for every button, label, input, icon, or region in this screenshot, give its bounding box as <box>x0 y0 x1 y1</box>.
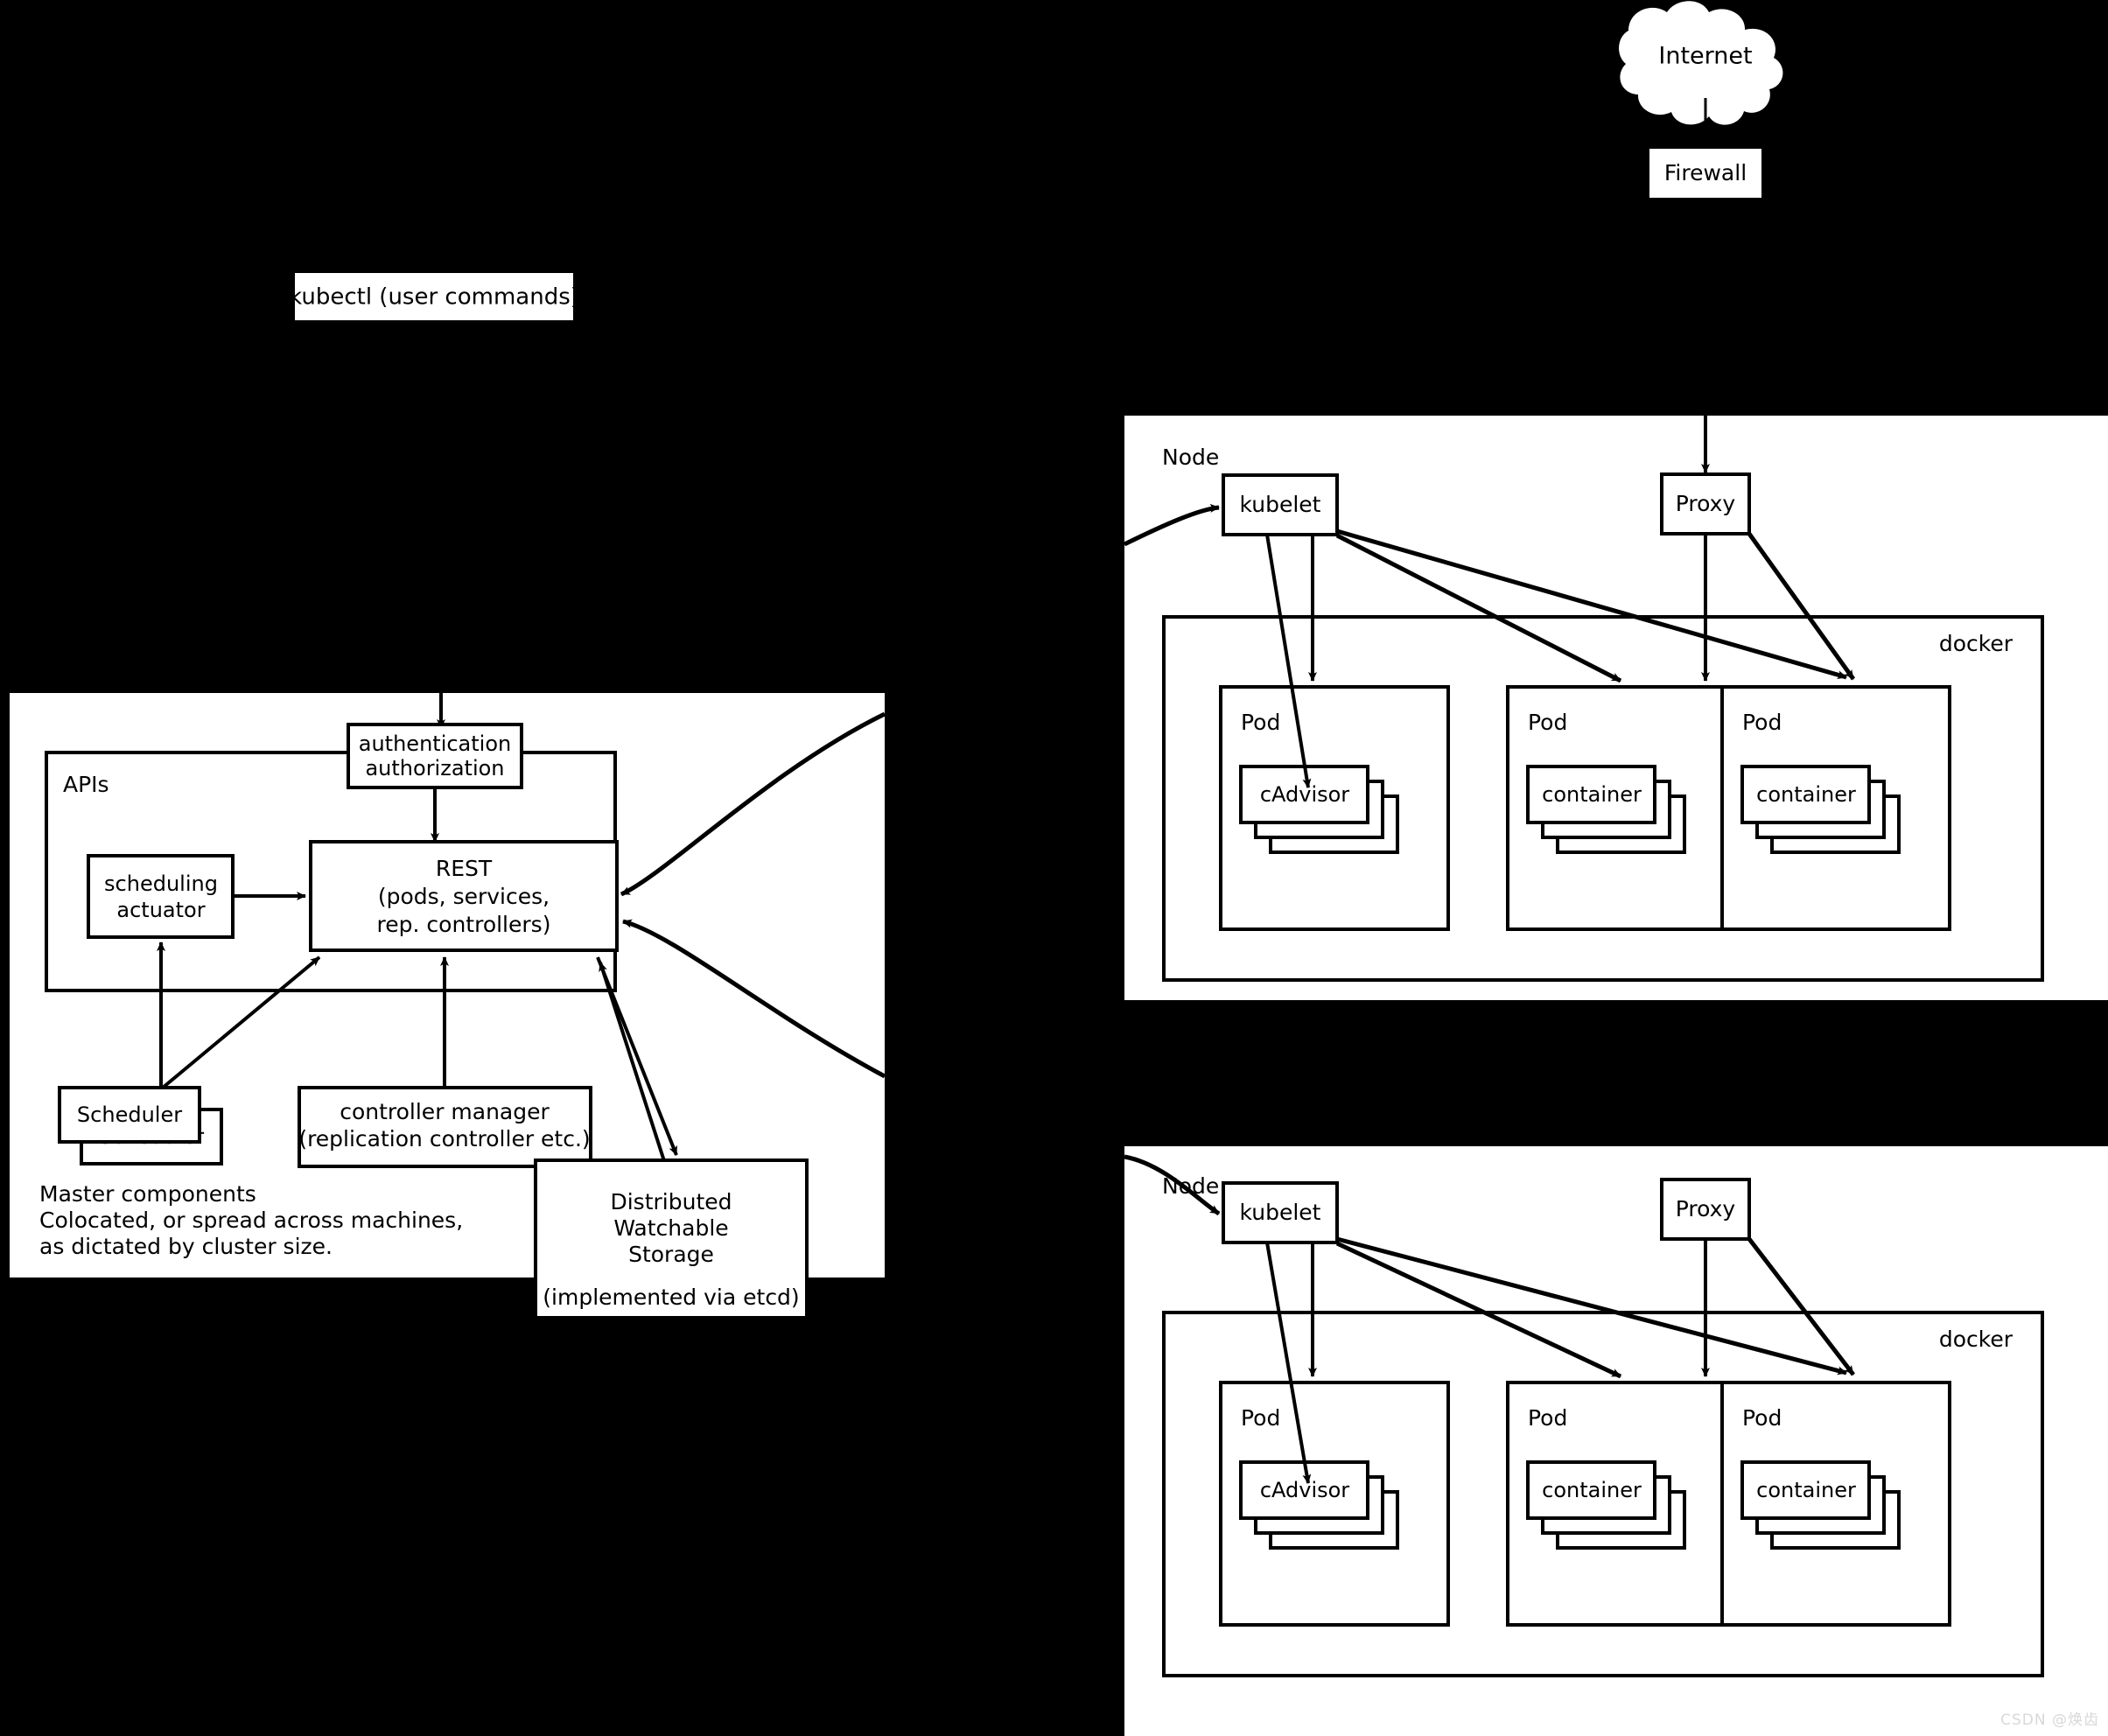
controller-manager-box: controller manager (replication controll… <box>298 1086 592 1168</box>
controller-manager-line1: controller manager <box>340 1099 550 1124</box>
node2-pod3-label: Pod <box>1742 1405 1782 1431</box>
node1-pod2-label: Pod <box>1528 710 1567 735</box>
node1-proxy-box: Proxy <box>1660 472 1751 536</box>
internet-label: Internet <box>1658 43 1752 70</box>
node2-pod1-label: Pod <box>1241 1405 1280 1431</box>
storage-line1: Distributed <box>610 1189 732 1214</box>
storage-line4: (implemented via etcd) <box>543 1284 799 1310</box>
internet-cloud: Internet <box>1619 1 1783 125</box>
node1-proxy-label: Proxy <box>1676 491 1736 516</box>
node1-kubelet-label: kubelet <box>1240 492 1321 517</box>
storage-line2: Watchable <box>613 1215 728 1241</box>
storage-line3: Storage <box>628 1242 714 1267</box>
scheduling-actuator-box: scheduling actuator <box>87 854 235 939</box>
node2-proxy-box: Proxy <box>1660 1178 1751 1241</box>
node2-pod2-container-label: container <box>1542 1478 1642 1502</box>
node2-pod3-container-label: container <box>1756 1478 1856 1502</box>
firewall-label: Firewall <box>1664 160 1747 186</box>
rest-line3: rep. controllers) <box>377 912 551 937</box>
apis-label: APIs <box>63 772 109 797</box>
node2-kubelet-box: kubelet <box>1222 1181 1339 1244</box>
master-caption-line2: Colocated, or spread across machines, <box>39 1208 463 1233</box>
rest-line2: (pods, services, <box>378 884 550 909</box>
kubectl-label: kubectl (user commands) <box>289 284 579 311</box>
authentication-authorization-box: authentication authorization <box>347 723 523 789</box>
master-caption-line1: Master components <box>39 1181 256 1207</box>
node1-pod-3: Pod container <box>1720 685 1951 931</box>
node2-kubelet-label: kubelet <box>1240 1200 1321 1225</box>
node1-pod-2: Pod container <box>1506 685 1737 931</box>
node2-pod-2: Pod container <box>1506 1381 1737 1627</box>
master-caption-line3: as dictated by cluster size. <box>39 1234 333 1259</box>
node1-pod1-label: Pod <box>1241 710 1280 735</box>
kubernetes-architecture-diagram: Internet Firewall kubectl (user commands… <box>10 1 2108 1736</box>
node2-pod1-container-label: cAdvisor <box>1260 1478 1349 1502</box>
scheduling-actuator-line2: actuator <box>116 898 205 922</box>
node1-kubelet-box: kubelet <box>1222 473 1339 536</box>
controller-manager-line2: (replication controller etc.) <box>298 1126 590 1152</box>
auth-line1: authentication <box>359 732 511 756</box>
node1-pod1-container-label: cAdvisor <box>1260 782 1349 807</box>
node1-pod2-container-label: container <box>1542 782 1642 807</box>
node1-pod3-label: Pod <box>1742 710 1782 735</box>
scheduler-front-box: Scheduler <box>58 1086 201 1144</box>
csdn-watermark: CSDN @焕齿 <box>2000 1712 2099 1729</box>
scheduling-actuator-line1: scheduling <box>104 872 218 896</box>
diagram-canvas: Internet Firewall kubectl (user commands… <box>0 0 2108 1736</box>
node1-pod3-container-label: container <box>1756 782 1856 807</box>
rest-box: REST (pods, services, rep. controllers) <box>309 840 619 952</box>
auth-line2: authorization <box>365 756 504 780</box>
scheduling-actuator-rect <box>87 854 235 939</box>
node1-docker-label: docker <box>1939 631 2013 656</box>
kubectl-box: kubectl (user commands) <box>289 273 579 320</box>
node1-label: Node <box>1162 444 1219 470</box>
node2-pod2-label: Pod <box>1528 1405 1567 1431</box>
node2-docker-label: docker <box>1939 1326 2013 1352</box>
distributed-storage-box: Distributed Watchable Storage (implement… <box>534 1158 809 1320</box>
node2-pod-3: Pod container <box>1720 1381 1951 1627</box>
node2-pod-1: Pod cAdvisor <box>1219 1381 1450 1627</box>
firewall-box: Firewall <box>1649 149 1761 198</box>
node1-pod-1: Pod cAdvisor <box>1219 685 1450 931</box>
rest-line1: REST <box>436 856 493 881</box>
node2-proxy-label: Proxy <box>1676 1196 1736 1222</box>
scheduler-front-label: Scheduler <box>77 1102 182 1127</box>
